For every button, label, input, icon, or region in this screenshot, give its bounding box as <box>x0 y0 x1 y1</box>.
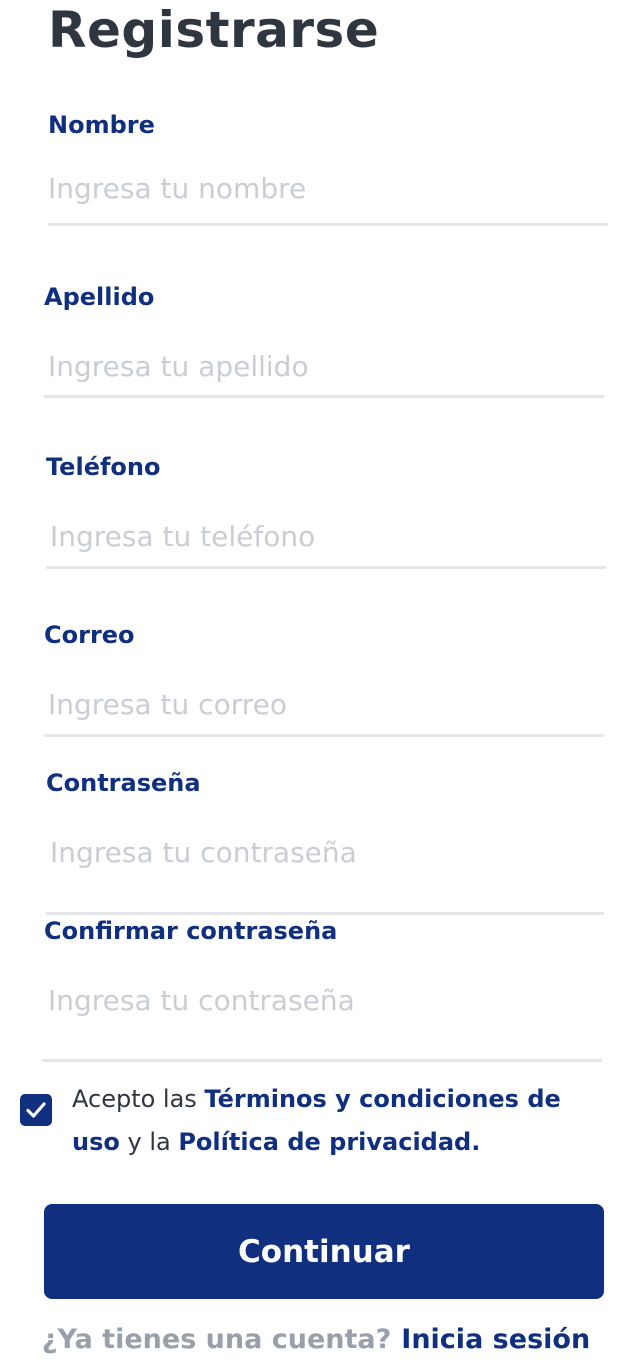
contrasena-underline <box>46 912 604 915</box>
terms-checkbox[interactable] <box>20 1094 52 1126</box>
privacy-link[interactable]: Política de privacidad. <box>178 1128 480 1156</box>
confirmar-input[interactable] <box>48 980 608 1020</box>
field-correo: Correo <box>44 620 608 740</box>
field-confirmar: Confirmar contraseña <box>42 916 608 1066</box>
field-nombre: Nombre <box>48 110 608 230</box>
nombre-underline <box>48 223 608 226</box>
continue-button[interactable]: Continuar <box>44 1204 604 1299</box>
correo-input[interactable] <box>48 684 608 724</box>
nombre-label: Nombre <box>48 111 155 139</box>
terms-text-part-2: y la <box>119 1128 179 1156</box>
terms-text-part-1: Acepto las <box>72 1085 205 1113</box>
apellido-input[interactable] <box>48 346 608 386</box>
telefono-underline <box>46 566 606 569</box>
field-apellido: Apellido <box>44 282 608 402</box>
login-prompt: ¿Ya tienes una cuenta? Inicia sesión <box>0 1322 632 1358</box>
correo-label: Correo <box>44 621 135 649</box>
confirmar-label: Confirmar contraseña <box>44 917 338 945</box>
contrasena-label: Contraseña <box>46 769 201 797</box>
checkmark-icon <box>26 1102 46 1118</box>
apellido-underline <box>44 395 604 398</box>
terms-text: Acepto las Términos y condiciones de uso… <box>72 1078 612 1164</box>
telefono-label: Teléfono <box>46 453 161 481</box>
page-title: Registrarse <box>48 1 380 59</box>
telefono-input[interactable] <box>50 516 610 556</box>
field-telefono: Teléfono <box>46 452 610 572</box>
correo-underline <box>44 734 604 737</box>
nombre-input[interactable] <box>48 168 608 208</box>
apellido-label: Apellido <box>44 283 155 311</box>
field-contrasena: Contraseña <box>46 768 610 918</box>
login-question: ¿Ya tienes una cuenta? <box>41 1324 392 1355</box>
login-link[interactable]: Inicia sesión <box>401 1324 590 1355</box>
confirmar-underline <box>42 1059 602 1062</box>
contrasena-input[interactable] <box>50 832 610 872</box>
